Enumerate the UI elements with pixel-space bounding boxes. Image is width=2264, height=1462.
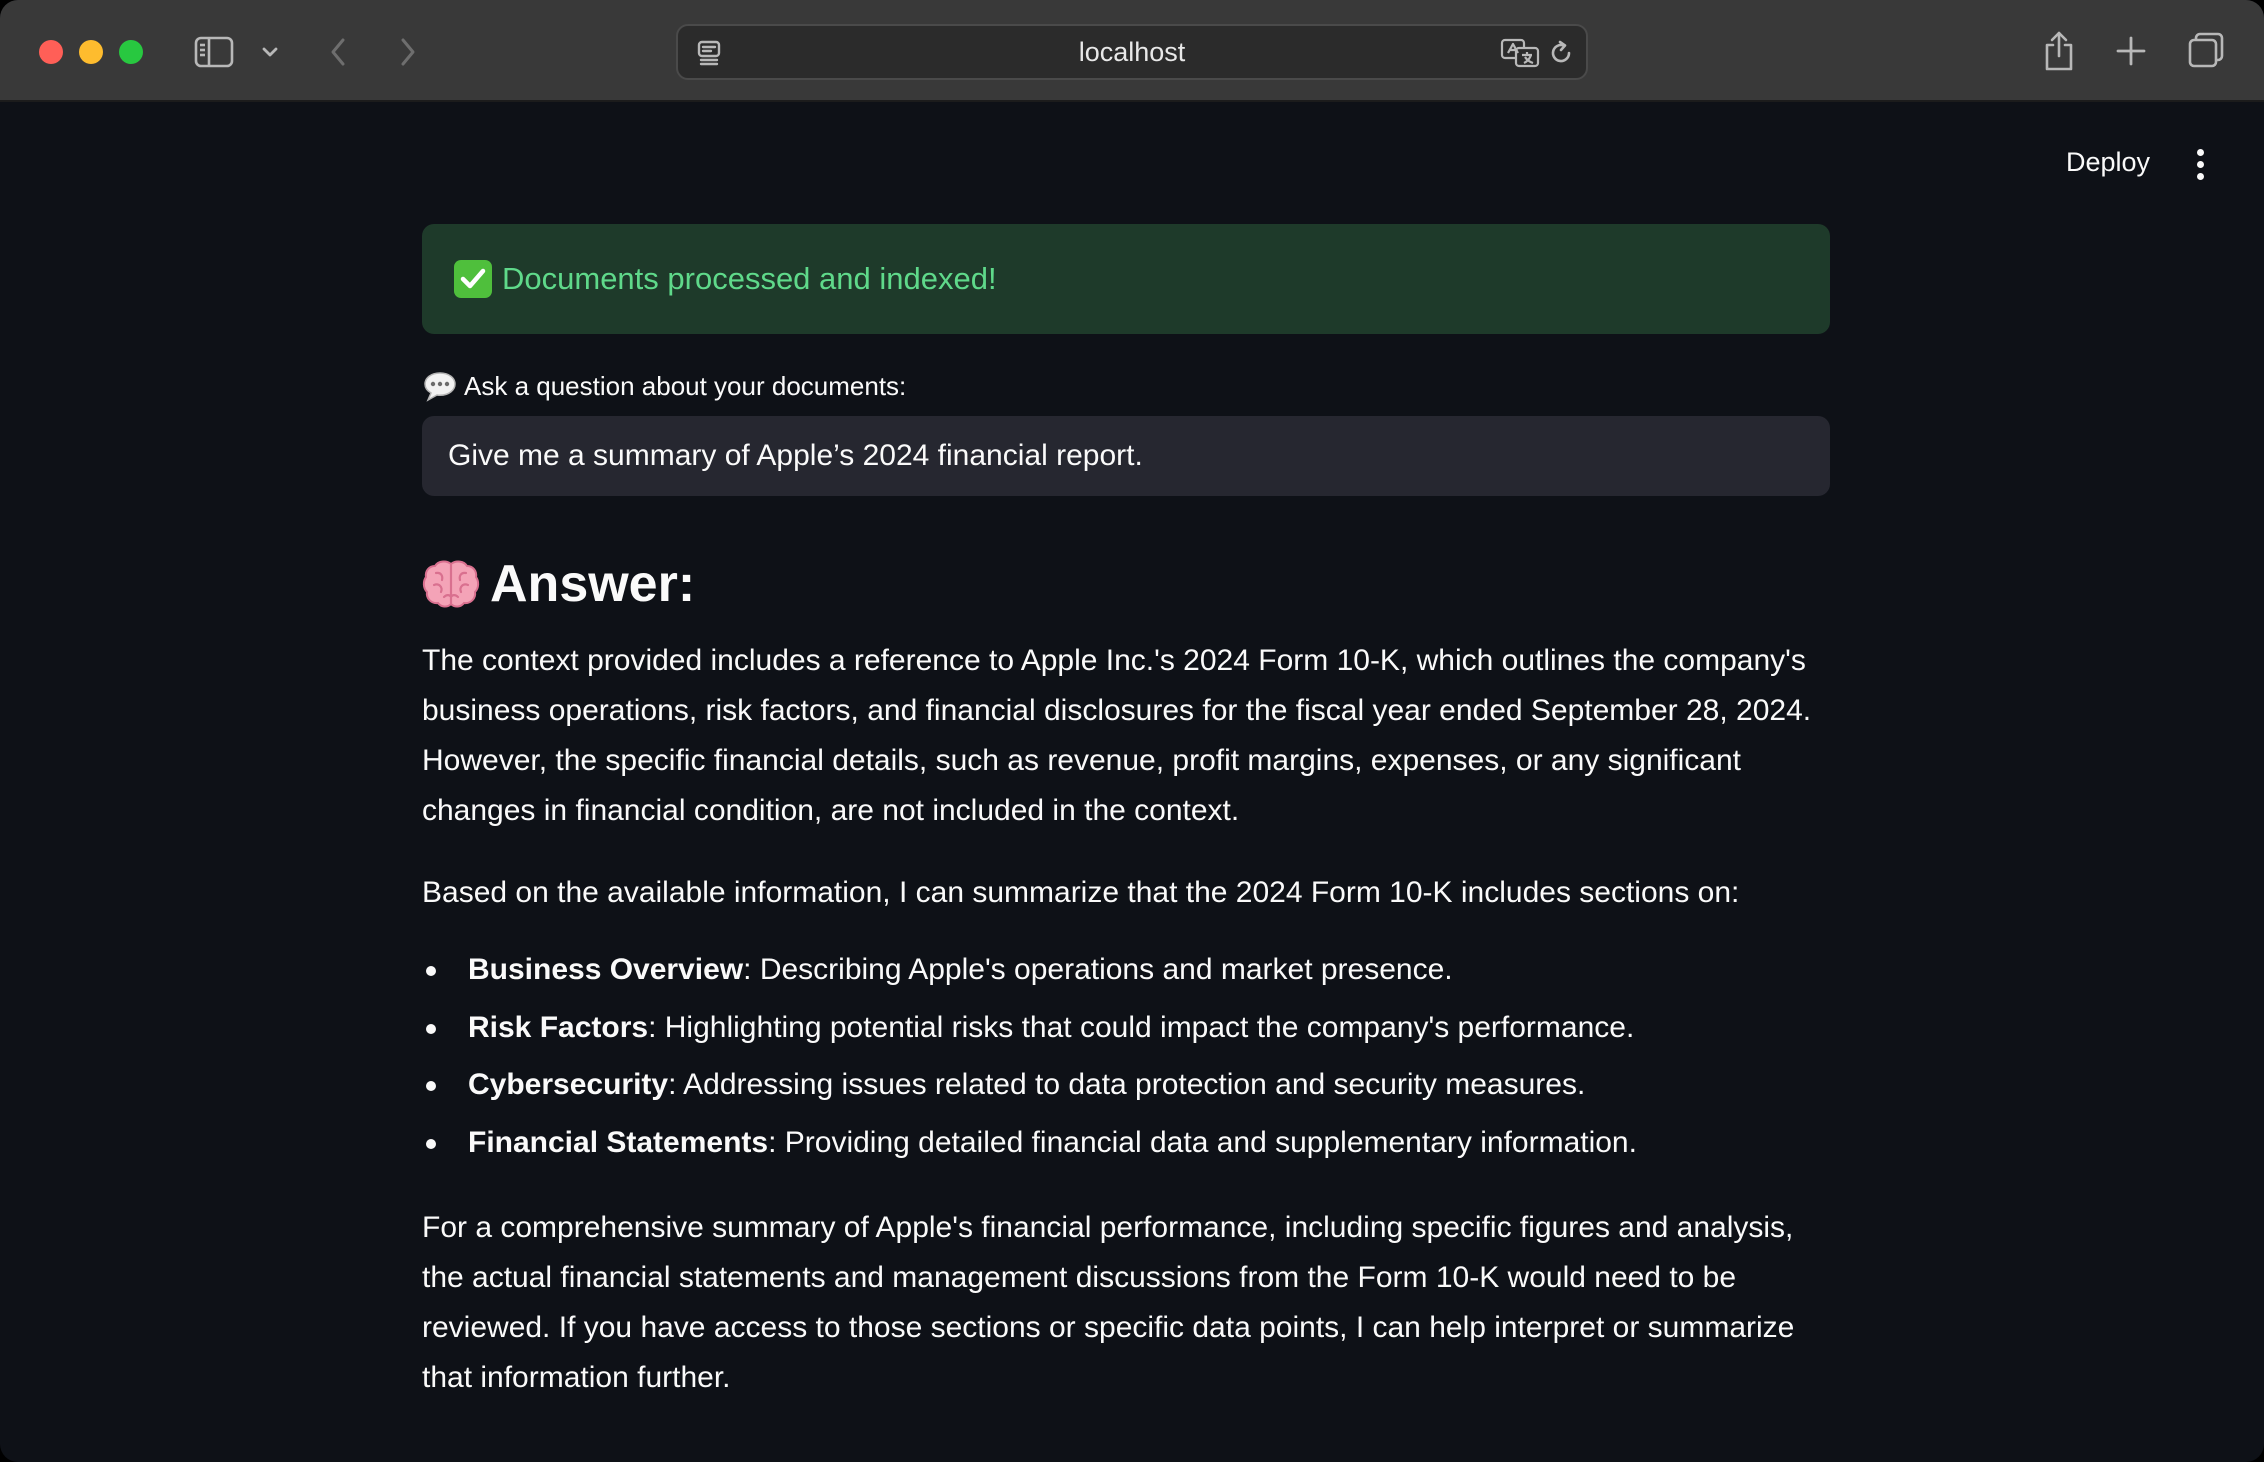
success-message: Documents processed and indexed! — [502, 261, 997, 296]
bullet-term: Risk Factors — [468, 1010, 649, 1044]
deploy-button[interactable]: Deploy — [2050, 140, 2166, 184]
minimize-window-button[interactable] — [79, 40, 103, 64]
check-mark-button-icon — [454, 260, 492, 298]
answer-paragraph-2: Based on the available information, I ca… — [422, 876, 1740, 909]
bullet-text: : Highlighting potential risks that coul… — [648, 1010, 1635, 1044]
bullet-text: : Addressing issues related to data prot… — [668, 1068, 1586, 1101]
share-icon[interactable] — [2040, 28, 2078, 74]
success-alert: Documents processed and indexed! — [422, 224, 1830, 334]
browser-toolbar: localhost — [0, 0, 2264, 102]
answer-heading-text: Answer: — [490, 555, 696, 613]
bullet-text: : Providing detailed financial data and … — [768, 1125, 1637, 1159]
bullet-term: Cybersecurity — [468, 1068, 669, 1101]
forward-arrow-icon[interactable] — [392, 34, 424, 70]
sidebar-toggle-icon[interactable] — [192, 34, 236, 70]
bullet-text: : Describing Apple's operations and mark… — [743, 953, 1453, 986]
question-label-text: Ask a question about your documents: — [464, 370, 907, 401]
list-item: Business Overview: Describing Apple's op… — [422, 950, 1830, 990]
new-tab-plus-icon[interactable] — [2112, 32, 2150, 70]
url-text[interactable]: localhost — [678, 26, 1586, 78]
bullet-term: Business Overview — [468, 953, 744, 986]
answer-bullet-list: Business Overview: Describing Apple's op… — [422, 950, 1830, 1163]
chevron-down-icon[interactable] — [258, 40, 282, 64]
answer-paragraph-1: The context provided includes a referenc… — [422, 644, 1812, 827]
bullet-term: Financial Statements — [468, 1125, 769, 1159]
question-label: Ask a question about your documents: — [422, 370, 1830, 402]
zoom-window-button[interactable] — [119, 40, 143, 64]
list-item: Financial Statements: Providing detailed… — [422, 1123, 1830, 1163]
reload-icon[interactable] — [1546, 38, 1576, 68]
answer-paragraph-3: For a comprehensive summary of Apple's f… — [422, 1210, 1795, 1394]
question-input[interactable] — [422, 416, 1830, 496]
tab-overview-icon[interactable] — [2186, 30, 2226, 70]
answer-heading: Answer: — [422, 554, 1830, 614]
brain-icon — [422, 558, 480, 610]
list-item: Risk Factors: Highlighting potential ris… — [422, 1008, 1830, 1048]
main-menu-icon[interactable] — [2184, 144, 2216, 184]
browser-window: localhost Deploy Documents processed and… — [0, 0, 2264, 1462]
speech-bubble-icon — [422, 370, 458, 402]
back-arrow-icon[interactable] — [322, 34, 354, 70]
list-item: Cybersecurity: Addressing issues related… — [422, 1065, 1830, 1105]
address-bar[interactable]: localhost — [676, 24, 1588, 80]
close-window-button[interactable] — [39, 40, 63, 64]
translate-icon[interactable] — [1500, 36, 1540, 70]
main-content: Documents processed and indexed! Ask a q… — [422, 224, 1830, 1403]
